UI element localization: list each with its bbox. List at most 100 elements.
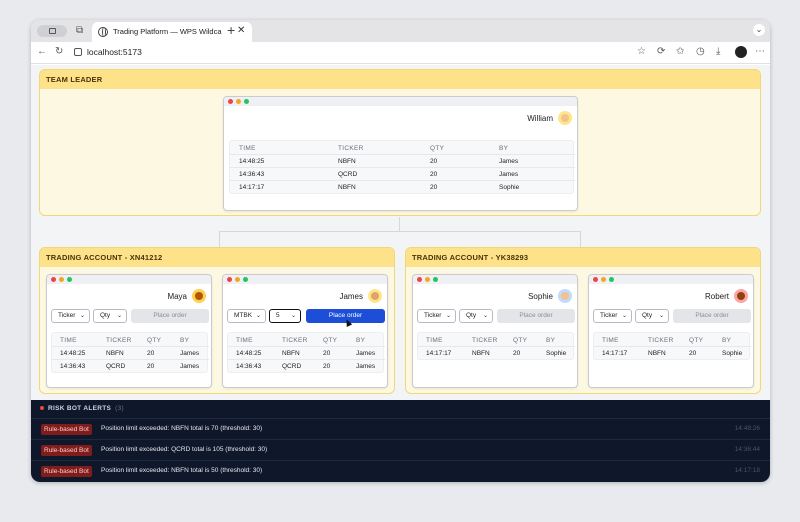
download-icon[interactable]: ⤓ (716, 46, 720, 57)
cell-ticker: QCRD (338, 171, 358, 178)
col-by: BY (722, 337, 732, 344)
col-qty: QTY (430, 145, 445, 152)
col-qty: QTY (147, 337, 162, 344)
chevron-down-icon: ⌄ (621, 313, 627, 319)
team-leader-panel: TEAM LEADER William TIME TICKER QTY BY 1… (39, 69, 761, 216)
col-ticker: TICKER (106, 337, 132, 344)
col-by: BY (546, 337, 556, 344)
table-header: TIME TICKER QTY BY (228, 334, 385, 347)
col-ticker: TICKER (472, 337, 498, 344)
table-header: TIME TICKER QTY BY (52, 334, 209, 347)
cell-ticker: NBFN (472, 350, 490, 357)
tab-bar: ⧉ Trading Platform — WPS Wildca ✕ + ⌄ (31, 20, 770, 42)
cell-ticker: NBFN (338, 158, 356, 165)
profile-avatar[interactable] (735, 46, 747, 58)
place-order-button[interactable]: Place order (497, 309, 575, 323)
favorites-icon[interactable]: ✩ (676, 46, 684, 57)
cell-ticker: NBFN (648, 350, 666, 357)
connector-line (399, 217, 400, 231)
ticker-select[interactable]: Ticker ⌄ (417, 309, 456, 323)
place-order-button[interactable]: Place order (673, 309, 751, 323)
table-row: 14:48:25 NBFN 20 James (52, 347, 209, 360)
site-info-icon[interactable] (74, 48, 82, 56)
sidebar-toggle[interactable] (37, 25, 67, 37)
card-titlebar (413, 275, 577, 284)
chevron-down-icon: ⌄ (255, 313, 261, 319)
address-bar: ← ↻ localhost:5173 ☆ ⟳ ✩ ◷ ⤓ ⋯ (31, 42, 770, 64)
trader-name: James (339, 292, 363, 301)
qty-select[interactable]: Qty ⌄ (459, 309, 493, 323)
james-avatar (368, 289, 382, 303)
cell-by: James (180, 350, 200, 357)
table-header: TIME TICKER QTY BY (418, 334, 575, 347)
col-time: TIME (239, 145, 256, 152)
cell-time: 14:48:25 (236, 350, 262, 357)
col-ticker: TICKER (648, 337, 674, 344)
reload-icon[interactable]: ↻ (55, 46, 63, 57)
chevron-down-icon: ⌄ (482, 313, 488, 319)
cell-ticker: QCRD (106, 363, 126, 370)
window-dot-green (433, 277, 438, 282)
new-tab-icon[interactable]: + (227, 22, 235, 38)
ticker-select[interactable]: Ticker ⌄ (593, 309, 632, 323)
window-dot-green (243, 277, 248, 282)
trader-orders-table: TIME TICKER QTY BY 14:17:17 NBFN 20 Soph… (417, 332, 575, 360)
ticker-select-value: MTBK (234, 312, 253, 319)
card-titlebar (224, 97, 577, 106)
history-icon[interactable]: ◷ (696, 46, 705, 57)
team-leader-table: TIME TICKER QTY BY 14:48:25 NBFN 20 Jame… (229, 140, 575, 194)
trading-account-panel-yk38293: TRADING ACCOUNT - YK38293 Sophie Ticker ⌄… (405, 247, 761, 394)
cell-qty: 20 (147, 363, 155, 370)
qty-select[interactable]: 5 ⌄ (269, 309, 301, 323)
trading-account-panel-xn41212: TRADING ACCOUNT - XN41212 Maya Ticker ⌄ Q… (39, 247, 395, 394)
alerts-header: RISK BOT ALERTS (3) (40, 405, 124, 412)
qty-select[interactable]: Qty ⌄ (635, 309, 669, 323)
chevron-down-icon: ⌄ (445, 313, 451, 319)
alert-time: 14:48:26 (734, 425, 760, 432)
card-titlebar (589, 275, 753, 284)
close-tab-icon[interactable]: ✕ (237, 25, 245, 36)
cell-ticker: NBFN (106, 350, 124, 357)
table-row: 14:48:25 NBFN 20 James (228, 347, 385, 360)
chevron-down-icon: ⌄ (290, 313, 296, 319)
col-time: TIME (60, 337, 77, 344)
cell-by: Sophie (722, 350, 743, 357)
table-row: 14:17:17 NBFN 20 Sophie (594, 347, 751, 360)
trader-card-robert: Robert Ticker ⌄ Qty ⌄ Place order TIME TIC… (588, 274, 754, 388)
cell-by: Sophie (499, 184, 520, 191)
qty-select[interactable]: Qty ⌄ (93, 309, 127, 323)
cell-by: James (499, 158, 519, 165)
ticker-select[interactable]: MTBK ⌄ (227, 309, 266, 323)
cell-by: James (356, 363, 376, 370)
cell-by: James (180, 363, 200, 370)
extension-icon[interactable]: ⟳ (657, 46, 665, 57)
window-dot-yellow (235, 277, 240, 282)
table-row: 14:17:17 NBFN 20 Sophie (230, 181, 575, 194)
account-header: TRADING ACCOUNT - XN41212 (40, 248, 394, 267)
tab-menu-chevron-icon[interactable]: ⌄ (753, 24, 765, 36)
more-menu-icon[interactable]: ⋯ (755, 46, 765, 57)
table-row: 14:36:43 QCRD 20 James (52, 360, 209, 373)
url-field[interactable]: localhost:5173 (87, 47, 142, 57)
trader-name: Robert (704, 292, 729, 301)
alert-row: Rule-based Bot Position limit exceeded: … (31, 460, 770, 480)
cell-time: 14:48:25 (239, 158, 265, 165)
sidebar-icon (49, 28, 56, 34)
ticker-select-value: Ticker (424, 312, 442, 319)
trader-orders-table: TIME TICKER QTY BY 14:48:25 NBFN 20 Jame… (51, 332, 209, 373)
alert-row: Rule-based Bot Position limit exceeded: … (31, 439, 770, 459)
ticker-select[interactable]: Ticker ⌄ (51, 309, 90, 323)
chevron-down-icon: ⌄ (79, 313, 85, 319)
place-order-button[interactable]: Place order (131, 309, 209, 323)
trader-name: Sophie (528, 292, 553, 301)
order-controls: Ticker ⌄ Qty ⌄ Place order (51, 309, 209, 323)
cell-time: 14:17:17 (602, 350, 628, 357)
back-icon[interactable]: ← (37, 46, 47, 57)
col-by: BY (356, 337, 366, 344)
qty-select-value: Qty (100, 312, 111, 319)
sophie-avatar (558, 289, 572, 303)
cell-by: James (499, 171, 519, 178)
workspaces-icon[interactable]: ⧉ (76, 25, 87, 36)
browser-window: ⧉ Trading Platform — WPS Wildca ✕ + ⌄ ← … (31, 20, 770, 482)
favorite-star-icon[interactable]: ☆ (637, 46, 646, 57)
